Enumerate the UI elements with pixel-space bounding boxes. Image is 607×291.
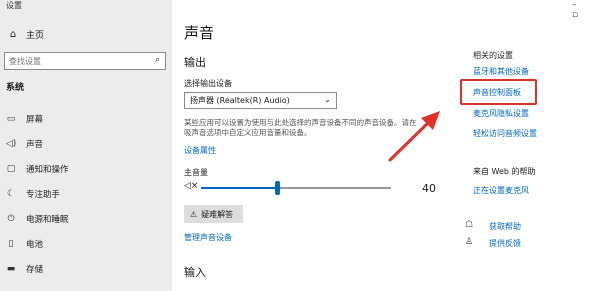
annotation-arrow-icon <box>388 111 440 162</box>
